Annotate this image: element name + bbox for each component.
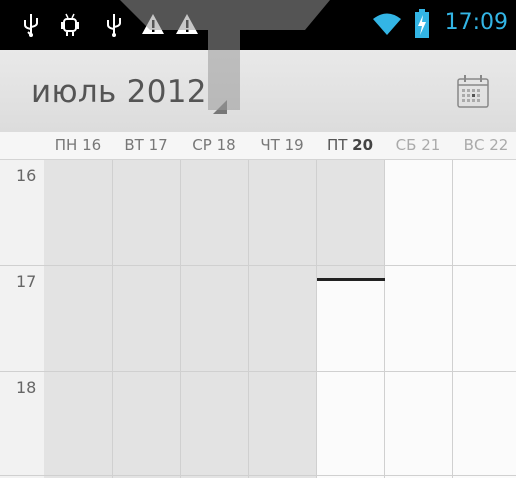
- past-time-shade: [112, 160, 180, 478]
- day-number: 18: [216, 136, 236, 154]
- week-day-header: ПН 16 ВТ 17 СР 18 ЧТ 19 ПТ 20 СБ 21 ВС 22: [0, 132, 516, 160]
- hour-label: 17: [16, 272, 37, 291]
- wifi-icon: [373, 13, 401, 35]
- past-time-shade: [248, 160, 316, 478]
- day-of-week: ПН: [54, 136, 78, 154]
- day-number: 22: [489, 136, 509, 154]
- usb-icon: [24, 14, 38, 37]
- calendar-today-icon[interactable]: [455, 74, 491, 110]
- week-grid[interactable]: 16 17 18: [0, 160, 516, 478]
- watermark-logo: [120, 0, 330, 110]
- day-header-4[interactable]: ПТ 20: [316, 136, 384, 154]
- day-of-week: СР: [192, 136, 212, 154]
- column-divider: [180, 160, 181, 478]
- column-divider: [452, 160, 453, 478]
- day-header-6[interactable]: ВС 22: [452, 136, 516, 154]
- hour-divider: [0, 475, 516, 476]
- day-number: 16: [82, 136, 102, 154]
- day-header-0[interactable]: ПН 16: [44, 136, 112, 154]
- hour-label: 16: [16, 166, 37, 185]
- hour-gutter: [0, 160, 45, 478]
- column-divider: [316, 160, 317, 478]
- current-time-indicator: [317, 278, 385, 281]
- past-time-shade: [180, 160, 248, 478]
- day-of-week: СБ: [395, 136, 417, 154]
- day-header-5[interactable]: СБ 21: [384, 136, 452, 154]
- hour-divider: [0, 265, 516, 266]
- column-divider: [384, 160, 385, 478]
- hour-label: 18: [16, 378, 37, 397]
- day-header-2[interactable]: СР 18: [180, 136, 248, 154]
- day-of-week: ЧТ: [260, 136, 280, 154]
- day-of-week: ВТ: [124, 136, 144, 154]
- hour-divider: [0, 371, 516, 372]
- day-header-3[interactable]: ЧТ 19: [248, 136, 316, 154]
- day-number: 17: [148, 136, 168, 154]
- android-debug-icon: [61, 13, 79, 36]
- past-time-shade: [44, 160, 112, 478]
- day-number: 21: [421, 136, 441, 154]
- column-divider: [112, 160, 113, 478]
- day-header-1[interactable]: ВТ 17: [112, 136, 180, 154]
- column-divider: [248, 160, 249, 478]
- day-number: 19: [284, 136, 304, 154]
- day-of-week: ВС: [463, 136, 485, 154]
- status-time: 17:09: [444, 10, 508, 35]
- day-number: 20: [352, 136, 374, 154]
- battery-charging-icon: [415, 9, 429, 38]
- day-of-week: ПТ: [326, 136, 348, 154]
- past-time-shade-today: [316, 160, 384, 279]
